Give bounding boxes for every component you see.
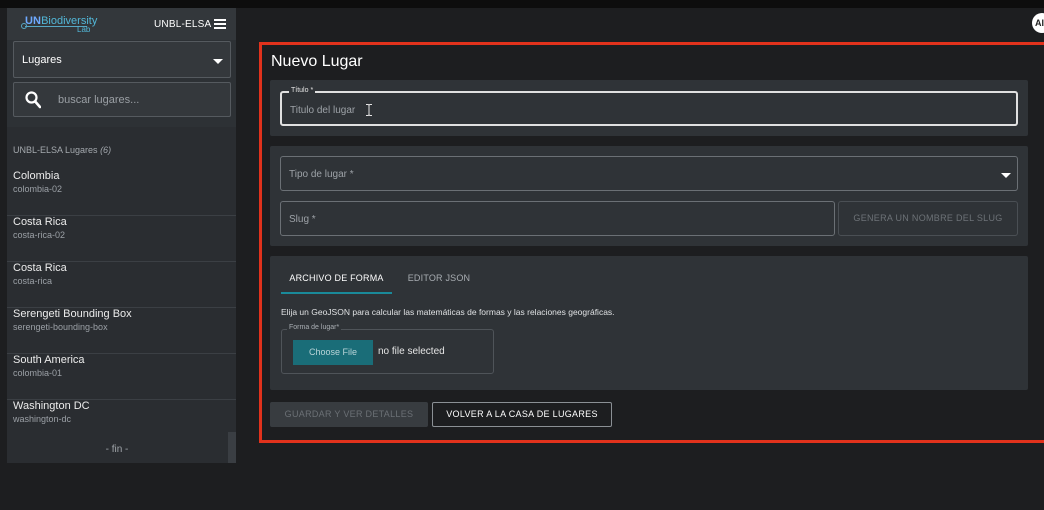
section-dropdown[interactable]: Lugares: [13, 41, 231, 78]
place-type-select[interactable]: Tipo de lugar *: [280, 156, 1018, 191]
generate-slug-button[interactable]: GENERA UN NOMBRE DEL SLUG: [838, 201, 1018, 236]
list-item[interactable]: Washington DC washington-dc: [7, 400, 236, 446]
list-item-name: Serengeti Bounding Box: [13, 308, 132, 320]
save-and-view-button[interactable]: GUARDAR Y VER DETALLES: [270, 402, 428, 427]
tab-shape-file[interactable]: ARCHIVO DE FORMA: [281, 262, 392, 294]
hamburger-menu-icon[interactable]: [214, 19, 226, 29]
shape-file-legend: Forma de lugar*: [287, 324, 342, 331]
title-field-legend: Título *: [289, 87, 316, 94]
tab-json-editor[interactable]: EDITOR JSON: [395, 262, 483, 294]
choose-file-button[interactable]: Choose File: [293, 340, 373, 365]
places-list: UNBL-ELSA Lugares (6) Colombia colombia-…: [7, 127, 236, 463]
list-item-slug: washington-dc: [13, 414, 72, 424]
list-item[interactable]: Costa Rica costa-rica-02: [7, 216, 236, 262]
user-avatar[interactable]: AI: [1032, 13, 1044, 33]
list-item[interactable]: Serengeti Bounding Box serengeti-boundin…: [7, 308, 236, 354]
list-item-name: Costa Rica: [13, 216, 67, 228]
place-type-placeholder: Tipo de lugar *: [289, 169, 354, 180]
search-input[interactable]: buscar lugares...: [13, 82, 231, 117]
back-to-places-button[interactable]: VOLVER A LA CASA DE LUGARES: [432, 402, 612, 427]
list-item[interactable]: South America colombia-01: [7, 354, 236, 400]
sidebar: UNBiodiversity Lab UNBL-ELSA Lugares bus…: [7, 8, 236, 463]
section-dropdown-label: Lugares: [22, 54, 62, 66]
shape-file-field: Forma de lugar* Choose File no file sele…: [281, 324, 494, 374]
list-item-name: Costa Rica: [13, 262, 67, 274]
page-title: Nuevo Lugar: [271, 53, 363, 70]
sidebar-header: UNBiodiversity Lab UNBL-ELSA: [7, 8, 236, 40]
list-item-slug: colombia-01: [13, 368, 63, 378]
title-field-placeholder: Titulo del lugar: [290, 105, 356, 116]
caret-down-icon: [213, 59, 223, 64]
app-logo[interactable]: UNBiodiversity Lab: [21, 11, 115, 37]
shape-instructions: Elija un GeoJSON para calcular las matem…: [281, 307, 615, 317]
list-end-label: - fin -: [105, 444, 129, 455]
places-count-label: UNBL-ELSA Lugares: [13, 145, 98, 155]
slug-field[interactable]: Slug *: [280, 201, 835, 236]
list-item-name: Colombia: [13, 170, 60, 182]
sidebar-scrollbar[interactable]: [228, 432, 236, 463]
workspace-name: UNBL-ELSA: [154, 19, 212, 30]
list-item-name: South America: [13, 354, 85, 366]
list-item-slug: costa-rica-02: [13, 230, 66, 240]
title-field[interactable]: Título * Titulo del lugar: [280, 87, 1018, 126]
list-item[interactable]: Colombia colombia-02: [7, 170, 236, 216]
search-placeholder: buscar lugares...: [58, 94, 140, 106]
slug-placeholder: Slug *: [289, 214, 316, 225]
list-item-slug: serengeti-bounding-box: [13, 322, 108, 332]
list-item-slug: colombia-02: [13, 184, 63, 194]
list-item[interactable]: Costa Rica costa-rica: [7, 262, 236, 308]
text-cursor-icon: [366, 104, 372, 116]
search-icon: [25, 91, 41, 109]
title-card: Título * Titulo del lugar: [270, 80, 1028, 136]
list-item-slug: costa-rica: [13, 276, 53, 286]
logo-lab: Lab: [77, 25, 91, 34]
list-item-name: Washington DC: [13, 400, 90, 412]
places-count-value: (6): [100, 145, 112, 155]
caret-down-icon: [1001, 173, 1011, 178]
file-status: no file selected: [378, 346, 445, 357]
places-count: UNBL-ELSA Lugares (6): [13, 145, 111, 155]
top-strip: [0, 0, 1044, 8]
